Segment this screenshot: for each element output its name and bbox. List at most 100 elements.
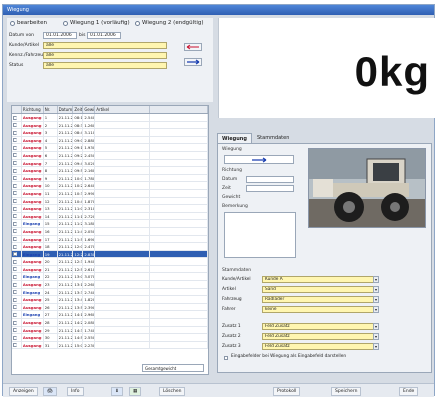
row-checkbox[interactable] (13, 252, 17, 257)
table-row[interactable]: Ausgang421.11.200609:022.880 (12, 136, 208, 145)
total-field[interactable]: Gesamtgewicht (142, 364, 204, 372)
chevron-down-icon[interactable]: ▾ (373, 332, 379, 340)
chevron-down-icon[interactable]: ▾ (373, 275, 379, 283)
direction-button[interactable] (224, 155, 294, 164)
input-mode-checkbox-row[interactable]: Eingabefelder bei Wiegung als Eingabefel… (224, 354, 346, 360)
row-checkbox[interactable] (13, 161, 17, 166)
article-select[interactable]: Sand (262, 285, 374, 293)
row-checkbox[interactable] (13, 267, 17, 272)
table-row[interactable]: Ausgang921.11.200610:071.780 (12, 174, 208, 183)
chevron-down-icon[interactable]: ▾ (373, 305, 379, 313)
table-row[interactable]: Eingang2421.11.200613:332.740 (12, 288, 208, 297)
row-checkbox[interactable] (13, 328, 17, 333)
row-checkbox[interactable] (13, 123, 17, 128)
table-row[interactable]: Ausgang821.11.200609:552.160 (12, 167, 208, 175)
print-icon[interactable]: 🖨 (43, 387, 57, 396)
row-checkbox[interactable] (13, 297, 17, 302)
chevron-down-icon[interactable]: ▾ (373, 342, 379, 350)
chevron-down-icon[interactable]: ▾ (373, 295, 379, 303)
table-row[interactable]: Ausgang221.11.200608:311.260 (12, 121, 208, 130)
row-checkbox[interactable] (13, 168, 17, 173)
extra2-select[interactable]: Feld Zusatz (262, 332, 374, 340)
table-row[interactable]: Ausgang2121.11.200612:522.610 (12, 265, 208, 274)
row-checkbox[interactable] (13, 335, 17, 340)
vehicle-select[interactable]: Radlader (262, 295, 374, 303)
vehicle-filter[interactable]: alle (43, 51, 167, 59)
input-mode-checkbox[interactable] (224, 355, 228, 360)
table-row[interactable]: Ausgang721.11.200609:413.020 (12, 159, 208, 168)
remark-textarea[interactable] (224, 212, 296, 258)
mode-radio-weigh1[interactable]: Wiegung 1 (vorläufig) (63, 20, 130, 26)
delete-button[interactable]: Löschen (159, 387, 186, 396)
table-row[interactable]: Ausgang321.11.200608:473.110 (12, 129, 208, 137)
excel-icon[interactable]: ▦ (129, 387, 142, 396)
outgoing-arrow-button[interactable] (184, 43, 202, 51)
row-checkbox[interactable] (13, 221, 17, 226)
info-button[interactable]: Info (67, 387, 84, 396)
column-header-weight[interactable]: Gewicht (83, 106, 96, 113)
row-checkbox[interactable] (13, 244, 17, 249)
table-row[interactable]: Ausgang2321.11.200613:182.260 (12, 281, 208, 289)
extra1-select[interactable]: Feld Zusatz (262, 322, 374, 330)
customer-select[interactable]: Kunde A (262, 275, 374, 283)
row-checkbox[interactable] (13, 145, 17, 150)
table-row[interactable]: Eingang1521.11.200611:293.180 (12, 220, 208, 228)
column-header-direction[interactable]: Richtung (22, 106, 44, 113)
table-row[interactable]: Ausgang1821.11.200612:092.470 (12, 243, 208, 251)
tab-master-data[interactable]: Stammdaten (253, 133, 293, 143)
driver-select[interactable]: keine (262, 305, 374, 313)
table-row[interactable]: Ausgang1221.11.200610:481.870 (12, 197, 208, 206)
table-row[interactable]: Eingang2221.11.200613:053.070 (12, 273, 208, 282)
customer-filter[interactable]: alle (43, 41, 167, 49)
table-row[interactable]: Ausgang521.11.200609:141.930 (12, 144, 208, 152)
table-row[interactable]: Ausgang2921.11.200614:391.740 (12, 326, 208, 335)
date-field[interactable] (246, 176, 294, 183)
row-checkbox[interactable] (13, 237, 17, 241)
column-header-time[interactable]: Zeit (73, 106, 84, 113)
row-checkbox[interactable] (13, 191, 17, 196)
row-checkbox[interactable] (13, 183, 17, 188)
table-row[interactable]: Ausgang2021.11.200612:371.940 (12, 258, 208, 266)
date-to-field[interactable]: 01.01.2006 (87, 31, 121, 39)
row-checkbox[interactable] (13, 343, 17, 348)
export-icon[interactable]: ⬇ (111, 387, 123, 396)
table-row[interactable]: Ausgang1621.11.200611:422.050 (12, 227, 208, 236)
row-checkbox[interactable] (13, 274, 17, 279)
date-from-field[interactable]: 01.01.2006 (43, 31, 77, 39)
show-button[interactable]: Anzeigen (9, 387, 38, 396)
row-checkbox[interactable] (13, 115, 17, 120)
extra3-select[interactable]: Feld Zusatz (262, 342, 374, 350)
row-checkbox[interactable] (13, 130, 17, 135)
table-row[interactable]: Eingang2721.11.200614:122.960 (12, 311, 208, 320)
table-row[interactable]: Ausgang2621.11.200613:592.390 (12, 303, 208, 312)
tab-weighing[interactable]: Wiegung (217, 133, 252, 143)
incoming-arrow-button[interactable] (184, 58, 202, 66)
exit-button[interactable]: Ende (399, 387, 419, 396)
table-row[interactable]: Ausgang3121.11.200615:072.230 (12, 341, 208, 350)
row-checkbox[interactable] (13, 199, 17, 204)
column-header-article[interactable]: Artikel (95, 106, 150, 113)
table-row[interactable]: Eingang1921.11.200612:212.830 (12, 250, 208, 259)
row-checkbox[interactable] (13, 320, 17, 325)
time-field[interactable] (246, 185, 294, 192)
mode-radio-edit[interactable]: bearbeiten (10, 20, 47, 26)
table-row[interactable]: Ausgang1421.11.200611:172.720 (12, 212, 208, 221)
row-checkbox[interactable] (13, 229, 17, 234)
table-row[interactable]: Ausgang121.11.200608:122.540 (12, 114, 208, 122)
row-checkbox[interactable] (13, 305, 17, 310)
chevron-down-icon[interactable]: ▾ (373, 322, 379, 330)
table-row[interactable]: Ausgang1321.11.200611:032.310 (12, 205, 208, 213)
row-checkbox[interactable] (13, 259, 17, 264)
table-row[interactable]: Ausgang621.11.200609:282.450 (12, 151, 208, 160)
column-header-nr[interactable]: Nr. (44, 106, 58, 113)
chevron-down-icon[interactable]: ▾ (373, 285, 379, 293)
row-checkbox[interactable] (13, 282, 17, 287)
protocol-button[interactable]: Protokoll (273, 387, 301, 396)
table-row[interactable]: Ausgang3021.11.200614:532.550 (12, 334, 208, 342)
row-checkbox[interactable] (13, 214, 17, 219)
table-row[interactable]: Ausgang1121.11.200610:362.990 (12, 189, 208, 198)
table-row[interactable]: Ausgang2821.11.200614:262.080 (12, 319, 208, 327)
row-checkbox[interactable] (13, 312, 17, 317)
column-header-date[interactable]: Datum (58, 106, 74, 113)
save-button[interactable]: Speichern (331, 387, 362, 396)
